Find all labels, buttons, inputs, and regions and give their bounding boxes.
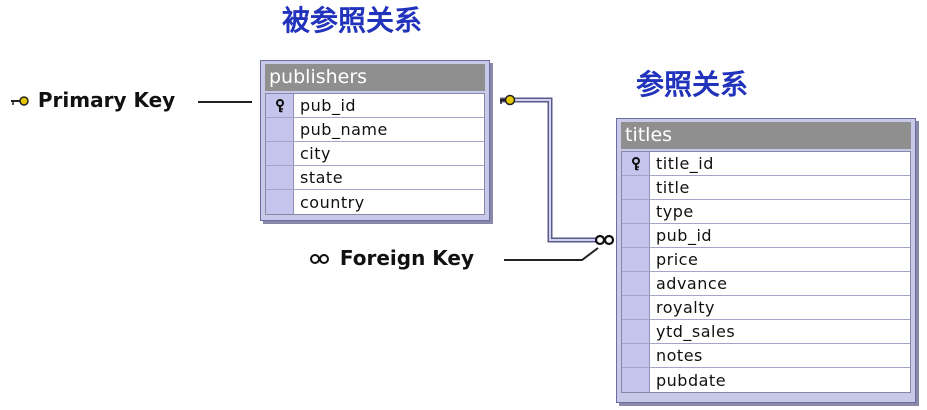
- relationship-infinity-end-icon: [594, 234, 615, 246]
- foreign-key-callout-line: [504, 247, 599, 261]
- row-selector[interactable]: [622, 296, 650, 319]
- publishers-table-title[interactable]: publishers: [265, 64, 485, 91]
- primary-key-icon[interactable]: [622, 152, 650, 175]
- table-row[interactable]: notes: [622, 344, 910, 368]
- foreign-key-label-text: Foreign Key: [339, 246, 475, 270]
- table-row[interactable]: title_id: [622, 152, 910, 176]
- row-selector[interactable]: [622, 272, 650, 295]
- column-name: city: [300, 144, 331, 163]
- row-selector[interactable]: [622, 344, 650, 367]
- column-name: title: [656, 178, 690, 197]
- row-selector[interactable]: [622, 320, 650, 343]
- column-name: type: [656, 202, 694, 221]
- table-row[interactable]: country: [266, 190, 484, 214]
- table-row[interactable]: title: [622, 176, 910, 200]
- infinity-icon: [308, 251, 337, 267]
- table-row[interactable]: pub_name: [266, 118, 484, 142]
- column-name: price: [656, 250, 699, 269]
- column-name: country: [300, 192, 365, 212]
- table-row[interactable]: state: [266, 166, 484, 190]
- column-name: pub_name: [300, 120, 388, 139]
- relationship-connector-outer: [500, 97, 606, 243]
- column-name: royalty: [656, 298, 715, 317]
- row-selector[interactable]: [266, 142, 294, 165]
- publishers-column-list: pub_id pub_namecity state country: [265, 93, 485, 215]
- table-row[interactable]: type: [622, 200, 910, 224]
- table-row[interactable]: pub_id: [266, 94, 484, 118]
- column-name: pub_id: [656, 226, 713, 245]
- column-name: notes: [656, 346, 703, 365]
- relationship-key-end-icon: [500, 94, 516, 106]
- column-name: pubdate: [656, 370, 727, 390]
- row-selector[interactable]: [266, 190, 294, 214]
- column-name: ytd_sales: [656, 322, 736, 341]
- table-row[interactable]: royalty: [622, 296, 910, 320]
- column-name: title_id: [656, 154, 714, 173]
- row-selector[interactable]: [622, 176, 650, 199]
- titles-table-title[interactable]: titles: [621, 122, 911, 149]
- row-selector[interactable]: [266, 118, 294, 141]
- key-icon: [10, 93, 35, 109]
- relationship-connector-inner: [500, 99, 606, 241]
- column-name: state: [300, 168, 344, 187]
- titles-table[interactable]: titles title_idtitle type pub_idprice advan…: [616, 118, 916, 403]
- row-selector[interactable]: [266, 166, 294, 189]
- column-name: advance: [656, 274, 728, 293]
- column-name: pub_id: [300, 96, 357, 115]
- row-selector[interactable]: [622, 248, 650, 271]
- foreign-key-label: Foreign Key: [308, 246, 474, 271]
- primary-key-label: Primary Key: [10, 88, 175, 113]
- table-row[interactable]: price: [622, 248, 910, 272]
- table-row[interactable]: city: [266, 142, 484, 166]
- table-row[interactable]: ytd_sales: [622, 320, 910, 344]
- table-row[interactable]: pubdate: [622, 368, 910, 392]
- row-selector[interactable]: [622, 368, 650, 392]
- table-row[interactable]: pub_id: [622, 224, 910, 248]
- publishers-table[interactable]: publishers pub_id pub_namecity state countr…: [260, 60, 490, 221]
- primary-key-icon[interactable]: [266, 94, 294, 117]
- row-selector[interactable]: [622, 200, 650, 223]
- row-selector[interactable]: [622, 224, 650, 247]
- table-row[interactable]: advance: [622, 272, 910, 296]
- primary-key-label-text: Primary Key: [37, 88, 176, 112]
- titles-column-list: title_idtitle type pub_idprice advance royal…: [621, 151, 911, 393]
